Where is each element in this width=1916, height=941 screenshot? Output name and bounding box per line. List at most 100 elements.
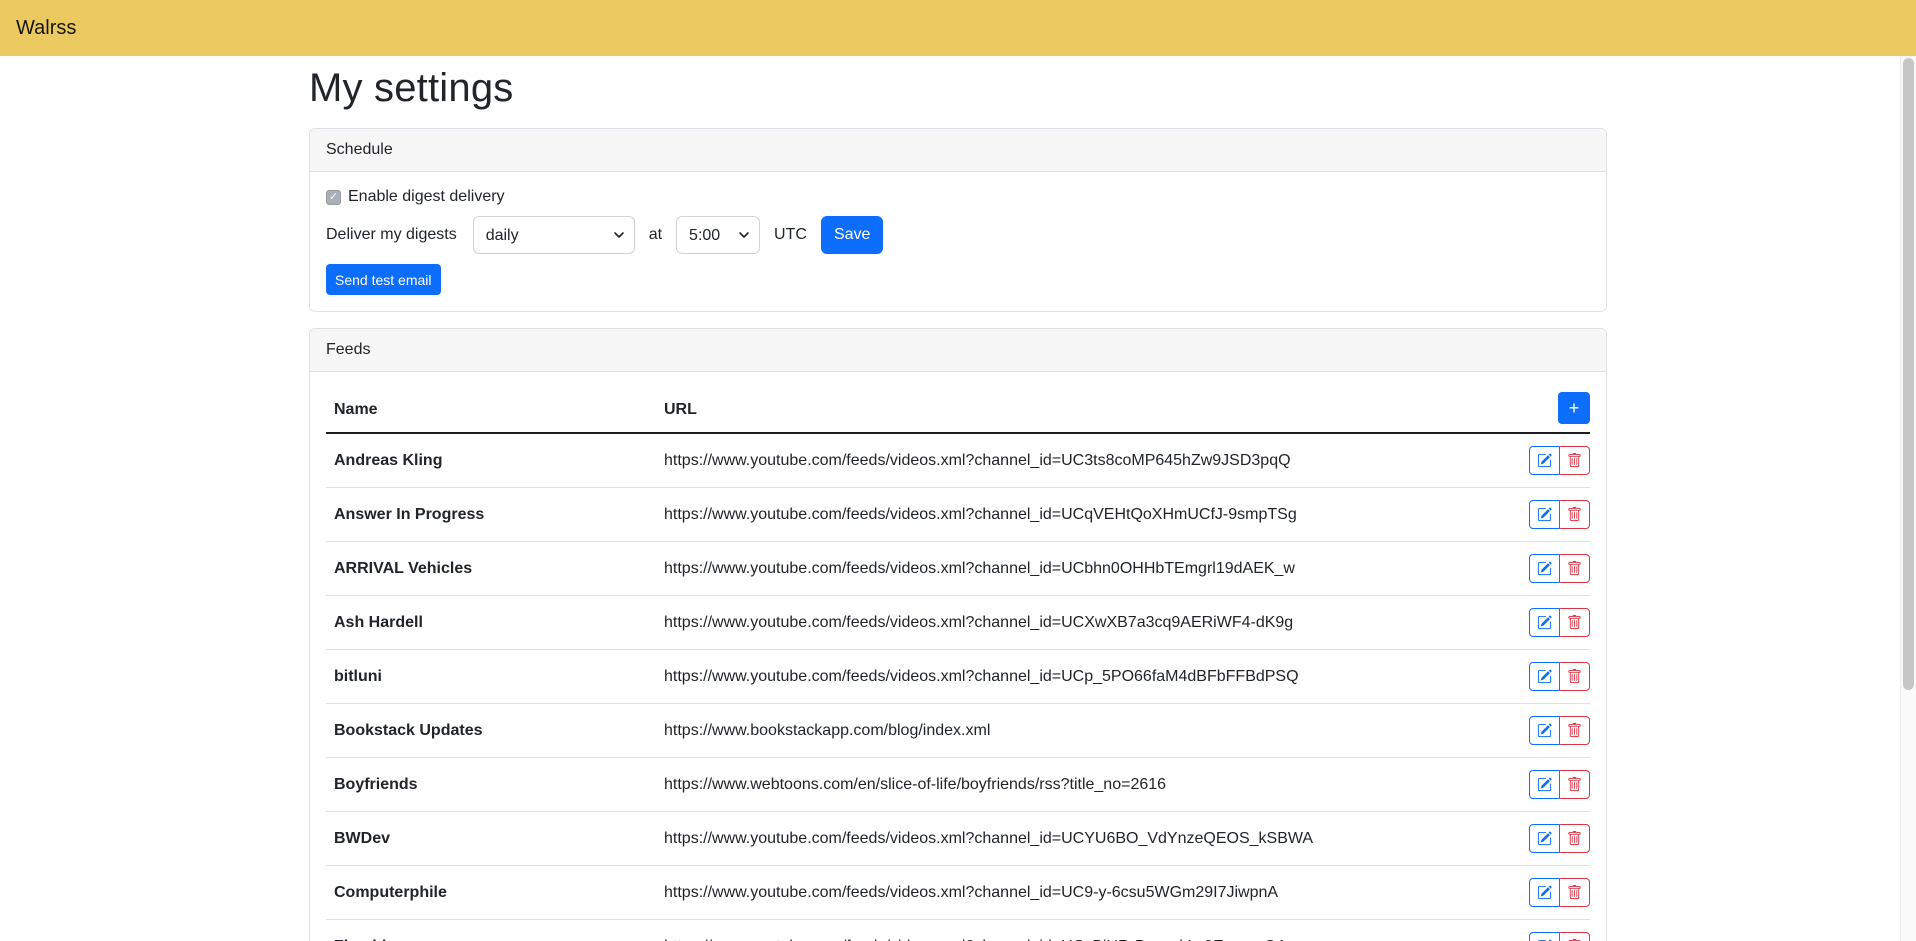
enable-digest-checkbox[interactable]: ✓ xyxy=(326,190,341,205)
delete-feed-button[interactable] xyxy=(1559,446,1590,475)
enable-digest-label[interactable]: Enable digest delivery xyxy=(348,188,505,206)
edit-feed-button[interactable] xyxy=(1529,446,1560,475)
pencil-square-icon xyxy=(1537,885,1552,900)
table-row: Answer In Progress https://www.youtube.c… xyxy=(326,488,1590,542)
edit-feed-button[interactable] xyxy=(1529,770,1560,799)
vertical-scrollbar[interactable] xyxy=(1900,56,1916,941)
trash-icon xyxy=(1567,885,1582,900)
enable-digest-row: ✓ Enable digest delivery xyxy=(326,188,1590,206)
feed-name: Fireship xyxy=(326,920,656,941)
table-row: Bookstack Updates https://www.bookstacka… xyxy=(326,704,1590,758)
edit-feed-button[interactable] xyxy=(1529,662,1560,691)
delete-feed-button[interactable] xyxy=(1559,932,1590,941)
feed-actions xyxy=(1529,716,1590,745)
save-button[interactable]: Save xyxy=(821,216,883,254)
feeds-card-body: Name URL + Andreas Kling https://www.you… xyxy=(310,372,1606,941)
feed-url: https://www.youtube.com/feeds/videos.xml… xyxy=(656,812,1486,866)
feed-url: https://www.youtube.com/feeds/videos.xml… xyxy=(656,488,1486,542)
feed-name: Andreas Kling xyxy=(326,433,656,488)
delete-feed-button[interactable] xyxy=(1559,878,1590,907)
feed-name: Bookstack Updates xyxy=(326,704,656,758)
schedule-card-header: Schedule xyxy=(310,129,1606,172)
delete-feed-button[interactable] xyxy=(1559,716,1590,745)
pencil-square-icon xyxy=(1537,561,1552,576)
edit-feed-button[interactable] xyxy=(1529,500,1560,529)
send-test-email-button[interactable]: Send test email xyxy=(326,264,441,295)
table-row: Computerphile https://www.youtube.com/fe… xyxy=(326,866,1590,920)
delete-feed-button[interactable] xyxy=(1559,608,1590,637)
pencil-square-icon xyxy=(1537,669,1552,684)
edit-feed-button[interactable] xyxy=(1529,554,1560,583)
feed-url: https://www.youtube.com/feeds/videos.xml… xyxy=(656,542,1486,596)
delete-feed-button[interactable] xyxy=(1559,554,1590,583)
feed-actions xyxy=(1529,554,1590,583)
feed-name: bitluni xyxy=(326,650,656,704)
feed-url: https://www.youtube.com/feeds/videos.xml… xyxy=(656,866,1486,920)
timezone-label: UTC xyxy=(774,226,807,244)
edit-feed-button[interactable] xyxy=(1529,824,1560,853)
edit-feed-button[interactable] xyxy=(1529,932,1560,941)
trash-icon xyxy=(1567,507,1582,522)
feed-actions xyxy=(1529,932,1590,941)
pencil-square-icon xyxy=(1537,453,1552,468)
pencil-square-icon xyxy=(1537,723,1552,738)
frequency-select-wrap: daily xyxy=(473,216,635,254)
delete-feed-button[interactable] xyxy=(1559,770,1590,799)
feeds-table-head: Name URL + xyxy=(326,388,1590,433)
feed-name: Ash Hardell xyxy=(326,596,656,650)
feed-name: Answer In Progress xyxy=(326,488,656,542)
feed-actions xyxy=(1529,608,1590,637)
trash-icon xyxy=(1567,669,1582,684)
time-select[interactable]: 5:00 xyxy=(676,216,760,254)
feed-actions xyxy=(1529,878,1590,907)
pencil-square-icon xyxy=(1537,507,1552,522)
main-scroll-area: My settings Schedule ✓ Enable digest del… xyxy=(0,56,1916,941)
add-feed-button[interactable]: + xyxy=(1558,392,1590,424)
trash-icon xyxy=(1567,615,1582,630)
column-header-url: URL xyxy=(656,388,1486,433)
feed-url: https://www.youtube.com/feeds/videos.xml… xyxy=(656,596,1486,650)
feed-actions xyxy=(1529,824,1590,853)
delete-feed-button[interactable] xyxy=(1559,824,1590,853)
edit-feed-button[interactable] xyxy=(1529,716,1560,745)
pencil-square-icon xyxy=(1537,831,1552,846)
delete-feed-button[interactable] xyxy=(1559,500,1590,529)
scrollbar-thumb[interactable] xyxy=(1903,58,1914,690)
feed-url: https://www.youtube.com/feeds/videos.xml… xyxy=(656,650,1486,704)
feeds-table: Name URL + Andreas Kling https://www.you… xyxy=(326,388,1590,941)
feeds-card: Feeds Name URL + xyxy=(309,328,1607,941)
feed-name: Boyfriends xyxy=(326,758,656,812)
feed-name: BWDev xyxy=(326,812,656,866)
feed-url: https://www.youtube.com/feeds/videos.xml… xyxy=(656,433,1486,488)
feeds-table-body: Andreas Kling https://www.youtube.com/fe… xyxy=(326,433,1590,941)
trash-icon xyxy=(1567,453,1582,468)
table-row: Fireship https://www.youtube.com/feeds/v… xyxy=(326,920,1590,941)
edit-feed-button[interactable] xyxy=(1529,608,1560,637)
trash-icon xyxy=(1567,561,1582,576)
feed-name: Computerphile xyxy=(326,866,656,920)
feed-actions xyxy=(1529,446,1590,475)
plus-icon: + xyxy=(1569,399,1580,417)
time-select-wrap: 5:00 xyxy=(676,216,760,254)
edit-feed-button[interactable] xyxy=(1529,878,1560,907)
feed-actions xyxy=(1529,770,1590,799)
trash-icon xyxy=(1567,723,1582,738)
table-row: Boyfriends https://www.webtoons.com/en/s… xyxy=(326,758,1590,812)
frequency-select[interactable]: daily xyxy=(473,216,635,254)
trash-icon xyxy=(1567,831,1582,846)
feed-actions xyxy=(1529,662,1590,691)
page-title: My settings xyxy=(309,64,1607,112)
app-brand[interactable]: Walrss xyxy=(16,17,76,40)
feed-url: https://www.webtoons.com/en/slice-of-lif… xyxy=(656,758,1486,812)
feed-name: ARRIVAL Vehicles xyxy=(326,542,656,596)
table-row: ARRIVAL Vehicles https://www.youtube.com… xyxy=(326,542,1590,596)
feed-url: https://www.youtube.com/feeds/videos.xml… xyxy=(656,920,1486,941)
feed-url: https://www.bookstackapp.com/blog/index.… xyxy=(656,704,1486,758)
deliver-label: Deliver my digests xyxy=(326,226,457,244)
table-row: Ash Hardell https://www.youtube.com/feed… xyxy=(326,596,1590,650)
schedule-card-body: ✓ Enable digest delivery Deliver my dige… xyxy=(310,172,1606,311)
table-row: bitluni https://www.youtube.com/feeds/vi… xyxy=(326,650,1590,704)
schedule-card: Schedule ✓ Enable digest delivery Delive… xyxy=(309,128,1607,312)
delete-feed-button[interactable] xyxy=(1559,662,1590,691)
at-label: at xyxy=(649,226,662,244)
